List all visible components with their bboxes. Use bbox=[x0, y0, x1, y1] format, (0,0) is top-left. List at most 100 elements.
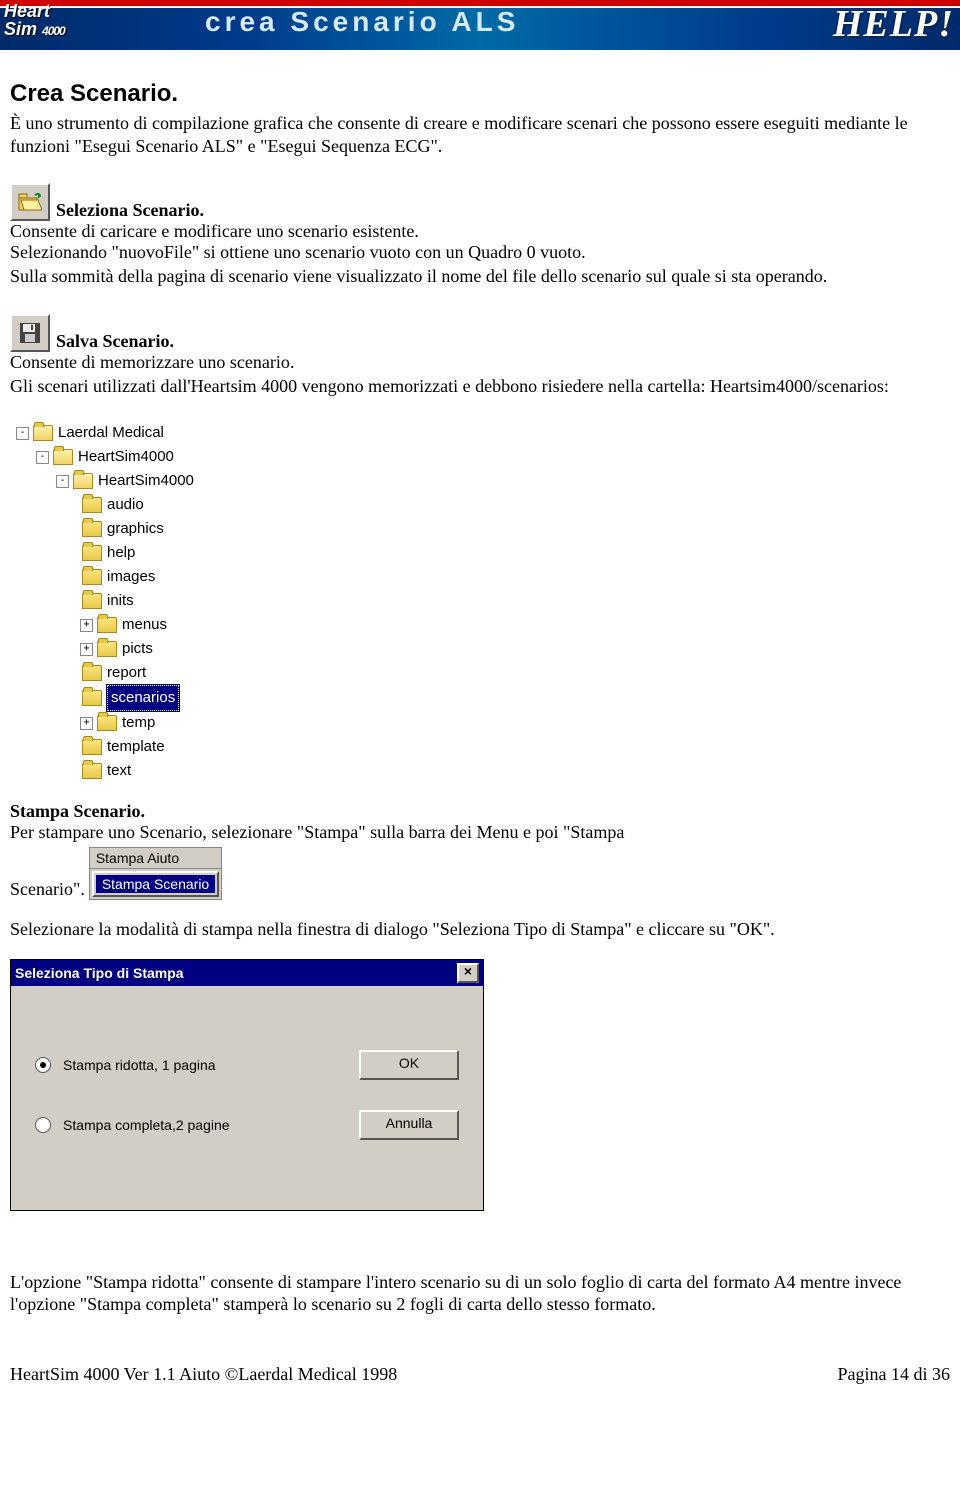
tree-item-label: text bbox=[107, 759, 131, 783]
tree-item-menus[interactable]: + menus bbox=[16, 613, 950, 637]
expand-icon[interactable]: + bbox=[80, 619, 93, 632]
save-button[interactable] bbox=[10, 314, 50, 352]
expand-icon[interactable]: + bbox=[80, 717, 93, 730]
folder-icon bbox=[33, 425, 53, 441]
seleziona-p2: Selezionando "nuovoFile" si ottiene uno … bbox=[10, 242, 950, 263]
folder-icon bbox=[97, 641, 117, 657]
tree-item-scenarios[interactable]: scenarios bbox=[16, 685, 950, 711]
tree-item-label: picts bbox=[122, 637, 153, 661]
salva-title: Salva Scenario. bbox=[56, 331, 174, 352]
tree-l1[interactable]: - HeartSim4000 bbox=[16, 445, 950, 469]
floppy-disk-icon bbox=[19, 322, 41, 344]
folder-icon bbox=[82, 739, 102, 755]
folder-icon bbox=[82, 545, 102, 561]
tree-root-label: Laerdal Medical bbox=[58, 421, 164, 445]
cancel-button[interactable]: Annulla bbox=[359, 1110, 459, 1140]
tree-item-label: help bbox=[107, 541, 135, 565]
radio-icon[interactable] bbox=[35, 1117, 51, 1133]
footer-right: Pagina 14 di 36 bbox=[838, 1364, 951, 1385]
tree-item-label: audio bbox=[107, 493, 144, 517]
print-type-dialog: Seleziona Tipo di Stampa × Stampa ridott… bbox=[10, 959, 484, 1211]
radio-icon[interactable] bbox=[35, 1057, 51, 1073]
tree-l2[interactable]: - HeartSim4000 bbox=[16, 469, 950, 493]
page-title: Crea Scenario. bbox=[10, 80, 950, 108]
stampa-p1: Per stampare uno Scenario, selezionare "… bbox=[10, 822, 950, 843]
folder-tree: - Laerdal Medical - HeartSim4000 - Heart… bbox=[10, 415, 950, 801]
tree-item-label: temp bbox=[122, 711, 155, 735]
tree-item-images[interactable]: images bbox=[16, 565, 950, 589]
banner-help: HELP! bbox=[833, 2, 954, 46]
page-content: Crea Scenario. È uno strumento di compil… bbox=[0, 50, 960, 1316]
banner-title: crea Scenario ALS bbox=[205, 6, 519, 38]
tree-l1-label: HeartSim4000 bbox=[78, 445, 174, 469]
tree-item-report[interactable]: report bbox=[16, 661, 950, 685]
tree-item-label: inits bbox=[107, 589, 134, 613]
seleziona-row: Seleziona Scenario. bbox=[10, 183, 950, 221]
heartsim-logo: Heart Sim 4000 bbox=[4, 2, 65, 40]
closing-text: L'opzione "Stampa ridotta" consente di s… bbox=[10, 1271, 950, 1316]
logo-model: 4000 bbox=[42, 24, 65, 38]
tree-item-label: report bbox=[107, 661, 146, 685]
opt1-label: Stampa ridotta, 1 pagina bbox=[63, 1057, 216, 1073]
open-folder-icon bbox=[18, 192, 42, 212]
tree-item-help[interactable]: help bbox=[16, 541, 950, 565]
stampa-p2: Selezionare la modalità di stampa nella … bbox=[10, 918, 950, 941]
menu-bar[interactable]: Stampa Aiuto bbox=[90, 848, 221, 869]
menu-dropdown: Stampa Scenario bbox=[92, 871, 219, 897]
salva-row: Salva Scenario. bbox=[10, 314, 950, 352]
header-banner: Heart Sim 4000 crea Scenario ALS HELP! bbox=[0, 0, 960, 50]
folder-icon bbox=[97, 617, 117, 633]
dialog-option-1[interactable]: Stampa ridotta, 1 pagina OK bbox=[35, 1050, 459, 1080]
tree-item-temp[interactable]: + temp bbox=[16, 711, 950, 735]
salva-p1: Consente di memorizzare uno scenario. bbox=[10, 352, 950, 373]
tree-l2-label: HeartSim4000 bbox=[98, 469, 194, 493]
dialog-title: Seleziona Tipo di Stampa bbox=[15, 965, 184, 981]
folder-icon bbox=[73, 473, 93, 489]
tree-item-picts[interactable]: + picts bbox=[16, 637, 950, 661]
opt2-label: Stampa completa,2 pagine bbox=[63, 1117, 230, 1133]
salva-p2: Gli scenari utilizzati dall'Heartsim 400… bbox=[10, 375, 950, 398]
menu-item-stampa-scenario[interactable]: Stampa Scenario bbox=[96, 875, 215, 893]
intro-text: È uno strumento di compilazione grafica … bbox=[10, 112, 950, 157]
tree-item-label: template bbox=[107, 735, 165, 759]
folder-icon bbox=[82, 763, 102, 779]
dialog-option-2[interactable]: Stampa completa,2 pagine Annulla bbox=[35, 1110, 459, 1140]
folder-icon bbox=[82, 593, 102, 609]
menu-screenshot: Stampa Aiuto Stampa Scenario bbox=[89, 847, 222, 900]
tree-item-label: menus bbox=[122, 613, 167, 637]
ok-button[interactable]: OK bbox=[359, 1050, 459, 1080]
stampa-trail: Scenario". bbox=[10, 879, 85, 900]
stampa-title: Stampa Scenario. bbox=[10, 801, 950, 822]
open-folder-button[interactable] bbox=[10, 183, 50, 221]
folder-icon bbox=[82, 665, 102, 681]
collapse-icon[interactable]: - bbox=[16, 427, 29, 440]
dialog-close-button[interactable]: × bbox=[457, 963, 479, 983]
tree-item-template[interactable]: template bbox=[16, 735, 950, 759]
footer-left: HeartSim 4000 Ver 1.1 Aiuto ©Laerdal Med… bbox=[10, 1364, 397, 1385]
stampa-inline-row: Scenario". Stampa Aiuto Stampa Scenario bbox=[10, 847, 950, 900]
page-footer: HeartSim 4000 Ver 1.1 Aiuto ©Laerdal Med… bbox=[0, 1334, 960, 1399]
tree-item-audio[interactable]: audio bbox=[16, 493, 950, 517]
collapse-icon[interactable]: - bbox=[36, 451, 49, 464]
expand-icon[interactable]: + bbox=[80, 643, 93, 656]
folder-icon bbox=[82, 497, 102, 513]
tree-item-label: images bbox=[107, 565, 155, 589]
tree-item-label: graphics bbox=[107, 517, 164, 541]
seleziona-p3: Sulla sommità della pagina di scenario v… bbox=[10, 265, 950, 288]
logo-line2: Sim bbox=[4, 19, 37, 39]
tree-item-inits[interactable]: inits bbox=[16, 589, 950, 613]
folder-icon bbox=[82, 521, 102, 537]
folder-icon bbox=[82, 690, 102, 706]
folder-icon bbox=[53, 449, 73, 465]
logo-line1: Heart bbox=[4, 1, 50, 21]
dialog-body: Stampa ridotta, 1 pagina OK Stampa compl… bbox=[11, 986, 483, 1210]
tree-item-graphics[interactable]: graphics bbox=[16, 517, 950, 541]
tree-root[interactable]: - Laerdal Medical bbox=[16, 421, 950, 445]
dialog-titlebar: Seleziona Tipo di Stampa × bbox=[11, 960, 483, 986]
folder-icon bbox=[97, 715, 117, 731]
seleziona-p1: Consente di caricare e modificare uno sc… bbox=[10, 221, 950, 242]
tree-item-label: scenarios bbox=[107, 685, 179, 711]
tree-item-text[interactable]: text bbox=[16, 759, 950, 783]
seleziona-title: Seleziona Scenario. bbox=[56, 200, 204, 221]
collapse-icon[interactable]: - bbox=[56, 475, 69, 488]
